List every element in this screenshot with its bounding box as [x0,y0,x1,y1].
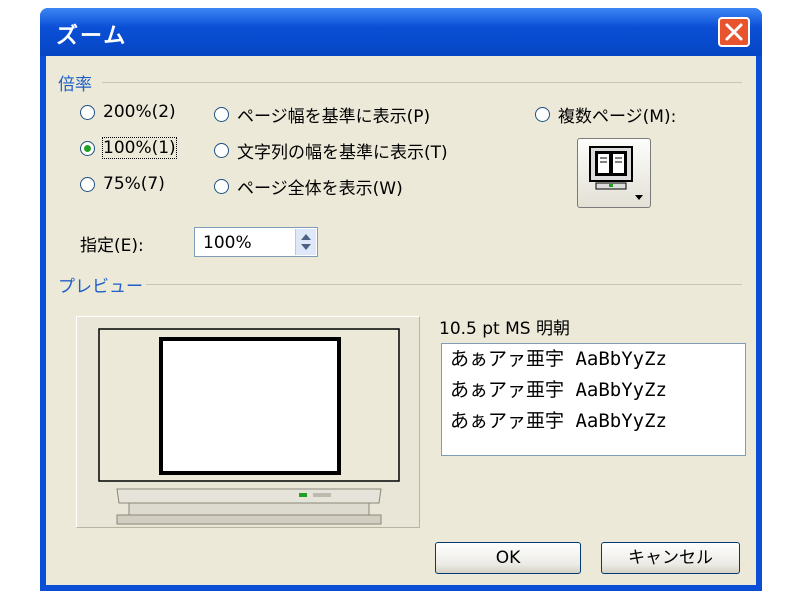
close-button[interactable] [718,17,750,47]
monitor-preview-icon [98,328,400,525]
preview-group-label: プレビュー [58,277,143,297]
radio-dot-selected[interactable] [80,140,95,156]
many-pages-button[interactable] [577,138,651,208]
preview-panel [76,316,420,528]
radio-page-width-label: ページ幅を基準に表示(P) [237,107,431,127]
font-sample-box: あぁアァ亜宇 AaBbYyZz あぁアァ亜宇 AaBbYyZz あぁアァ亜宇 A… [441,343,746,456]
radio-many-pages-label: 複数ページ(M): [558,107,677,127]
radio-page-width[interactable]: ページ幅を基準に表示(P) [214,102,430,127]
radio-text-width[interactable]: 文字列の幅を基準に表示(T) [214,138,448,163]
spinner-arrows-icon [301,234,311,250]
radio-whole-page[interactable]: ページ全体を表示(W) [214,174,403,199]
radio-text-width-label: 文字列の幅を基準に表示(T) [237,143,448,163]
radio-many-pages[interactable]: 複数ページ(M): [535,102,676,127]
preview-font-name: 10.5 pt MS 明朝 [439,319,570,339]
radio-whole-page-label: ページ全体を表示(W) [237,179,403,199]
group-divider [102,82,742,83]
radio-100-label: 100%(1) [102,137,177,159]
radio-dot[interactable] [80,104,95,120]
spinner-buttons[interactable] [295,229,316,255]
radio-dot[interactable] [214,143,229,158]
close-icon [725,23,743,41]
radio-dot[interactable] [535,107,550,122]
sample-line: あぁアァ亜宇 AaBbYyZz [450,379,667,401]
radio-75-label: 75%(7) [103,174,165,194]
cancel-button[interactable]: キャンセル [601,542,740,574]
percent-input[interactable] [201,232,295,254]
radio-200[interactable]: 200%(2) [80,102,176,122]
dialog-title: ズーム [56,24,128,49]
dialog-body: 倍率 200%(2) 100%(1) 75%(7) ページ幅を基準に表示(P) … [46,56,756,585]
sample-line: あぁアァ亜宇 AaBbYyZz [450,410,667,432]
zoom-dialog: ズーム 倍率 200%(2) 100%(1) 75%(7) ページ幅を基準に表示… [40,8,762,591]
percent-spinner[interactable] [194,227,318,257]
sample-line: あぁアァ亜宇 AaBbYyZz [450,348,667,370]
radio-100[interactable]: 100%(1) [80,137,177,159]
ok-button[interactable]: OK [435,542,581,574]
radio-dot[interactable] [214,107,229,122]
magnification-group-label: 倍率 [58,75,92,95]
radio-75[interactable]: 75%(7) [80,174,165,194]
title-bar[interactable]: ズーム [40,8,762,56]
monitor-pages-icon [589,146,643,200]
radio-200-label: 200%(2) [103,102,176,122]
group-divider [146,284,742,285]
radio-dot[interactable] [80,176,95,192]
percent-label: 指定(E): [80,236,144,256]
radio-dot[interactable] [214,179,229,194]
